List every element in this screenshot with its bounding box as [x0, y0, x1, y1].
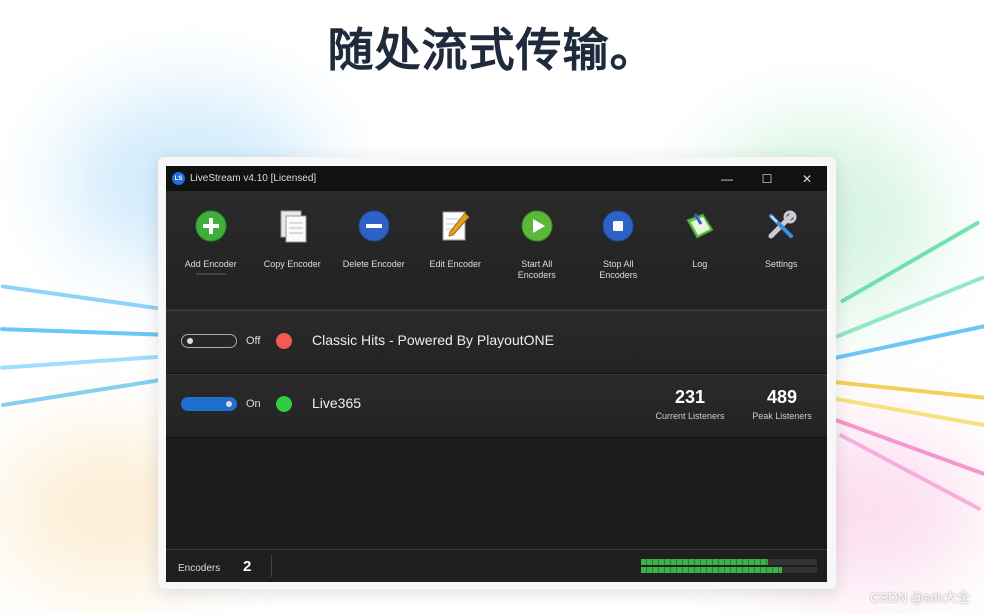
peak-listeners-label: Peak Listeners	[752, 411, 812, 421]
minus-circle-icon	[357, 209, 391, 243]
focus-underline	[195, 273, 226, 275]
copy-encoder-label: Copy Encoder	[263, 259, 321, 269]
peak-listeners-value: 489	[766, 387, 798, 407]
title-bar: LS LiveStream v4.10 [Licensed] — ☐ ✕	[166, 166, 827, 191]
app-window: LS LiveStream v4.10 [Licensed] — ☐ ✕ Add…	[166, 166, 827, 582]
toggle-knob	[226, 401, 232, 407]
meter-fill	[641, 559, 768, 565]
wrench-screwdriver-icon	[764, 209, 798, 243]
status-indicator-green	[276, 396, 292, 412]
encoder-row[interactable]: On Live365 231 Current Listeners 489 Pea…	[166, 374, 827, 438]
add-encoder-button[interactable]: Add Encoder	[170, 191, 252, 309]
encoder-name: Classic Hits - Powered By PlayoutONE	[312, 332, 554, 348]
encoder-toggle-on[interactable]	[181, 397, 237, 411]
copy-encoder-button[interactable]: Copy Encoder	[252, 191, 334, 309]
audio-level-meter-left	[641, 559, 817, 565]
status-indicator-red	[276, 333, 292, 349]
encoder-state: On	[246, 398, 261, 410]
peak-listeners-stat: 489 Peak Listeners	[746, 387, 818, 421]
log-label: Log	[692, 259, 708, 269]
start-all-encoders-button[interactable]: Start All Encoders	[496, 191, 578, 309]
log-button[interactable]: Log	[659, 191, 741, 309]
add-encoder-label: Add Encoder	[184, 259, 237, 269]
delete-encoder-button[interactable]: Delete Encoder	[333, 191, 415, 309]
minimize-button[interactable]: —	[707, 172, 747, 186]
stop-circle-icon	[601, 209, 635, 243]
current-listeners-value: 231	[674, 387, 706, 407]
encoders-label: Encoders	[178, 563, 221, 574]
encoder-toggle-off[interactable]	[181, 334, 237, 348]
maximize-button[interactable]: ☐	[747, 172, 787, 186]
edit-encoder-label: Edit Encoder	[429, 259, 482, 269]
edit-encoder-button[interactable]: Edit Encoder	[415, 191, 497, 309]
app-logo-icon: LS	[172, 172, 185, 185]
settings-button[interactable]: Settings	[741, 191, 823, 309]
settings-label: Settings	[764, 259, 798, 269]
encoders-count: 2	[243, 558, 252, 575]
edit-notepad-icon	[438, 209, 472, 243]
window-title: LiveStream v4.10 [Licensed]	[190, 173, 317, 184]
status-divider	[271, 555, 272, 577]
play-circle-icon	[520, 209, 554, 243]
stop-all-encoders-button[interactable]: Stop All Encoders	[578, 191, 660, 309]
encoder-state: Off	[246, 335, 261, 347]
encoder-name: Live365	[312, 395, 362, 411]
close-button[interactable]: ✕	[787, 172, 827, 186]
status-bar: Encoders 2	[166, 549, 827, 582]
meter-fill	[641, 567, 782, 573]
watermark: CSDN @sdk大全	[870, 590, 970, 605]
encoder-row[interactable]: Off Classic Hits - Powered By PlayoutONE	[166, 310, 827, 374]
toggle-knob	[187, 338, 193, 344]
delete-encoder-label: Delete Encoder	[342, 259, 405, 269]
toolbar: Add Encoder Copy Encoder Delete Encoder …	[166, 191, 827, 310]
copy-icon	[275, 209, 309, 243]
current-listeners-label: Current Listeners	[655, 411, 725, 421]
start-all-encoders-label: Start All Encoders	[517, 259, 556, 280]
page-headline: 随处流式传输。	[327, 23, 657, 77]
log-book-icon	[683, 209, 717, 243]
audio-level-meter-right	[641, 567, 817, 573]
current-listeners-stat: 231 Current Listeners	[650, 387, 730, 421]
stop-all-encoders-label: Stop All Encoders	[599, 259, 638, 280]
plus-circle-icon	[194, 209, 228, 243]
